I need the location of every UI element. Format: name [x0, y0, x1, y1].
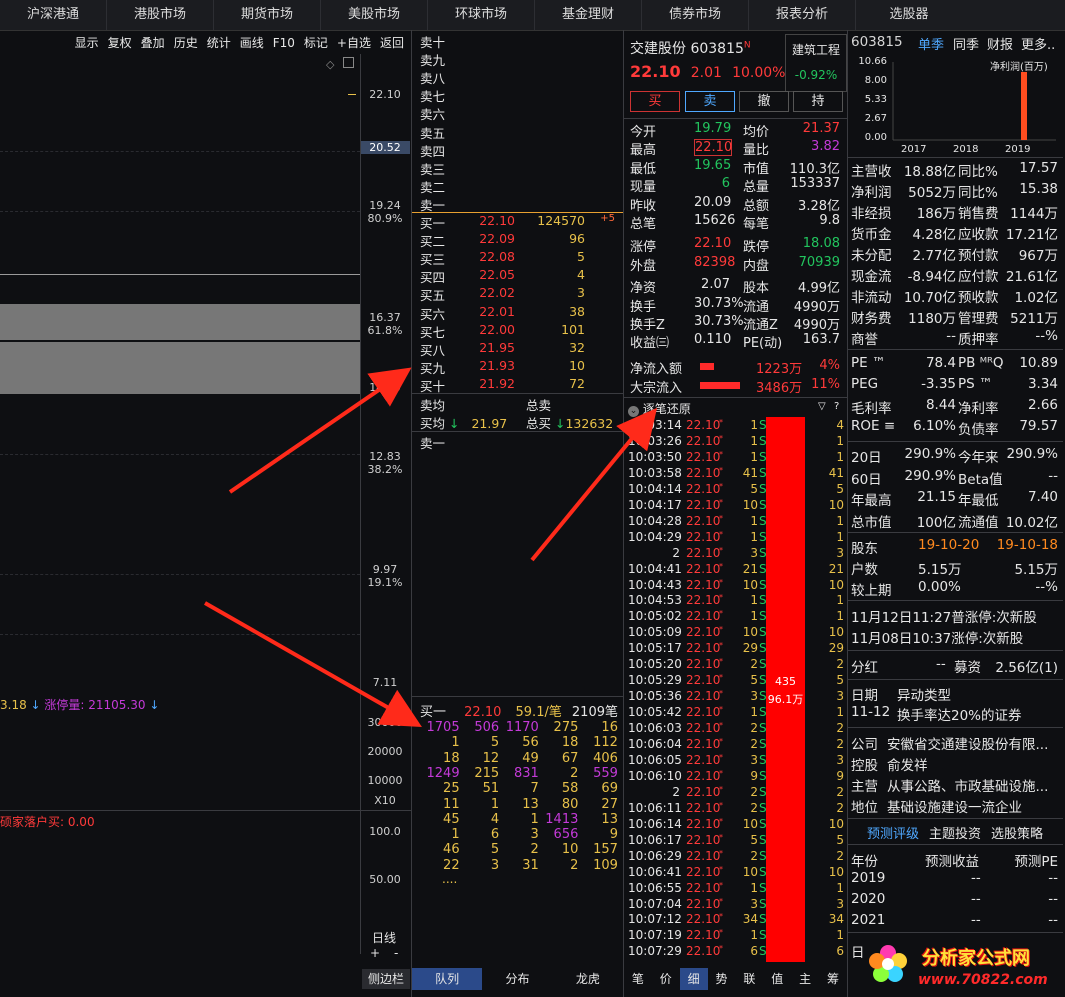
- arrow-2: [204, 601, 422, 727]
- arrow-3: [530, 407, 658, 562]
- arrow-1: [228, 367, 412, 494]
- annotation-arrows: [204, 367, 658, 727]
